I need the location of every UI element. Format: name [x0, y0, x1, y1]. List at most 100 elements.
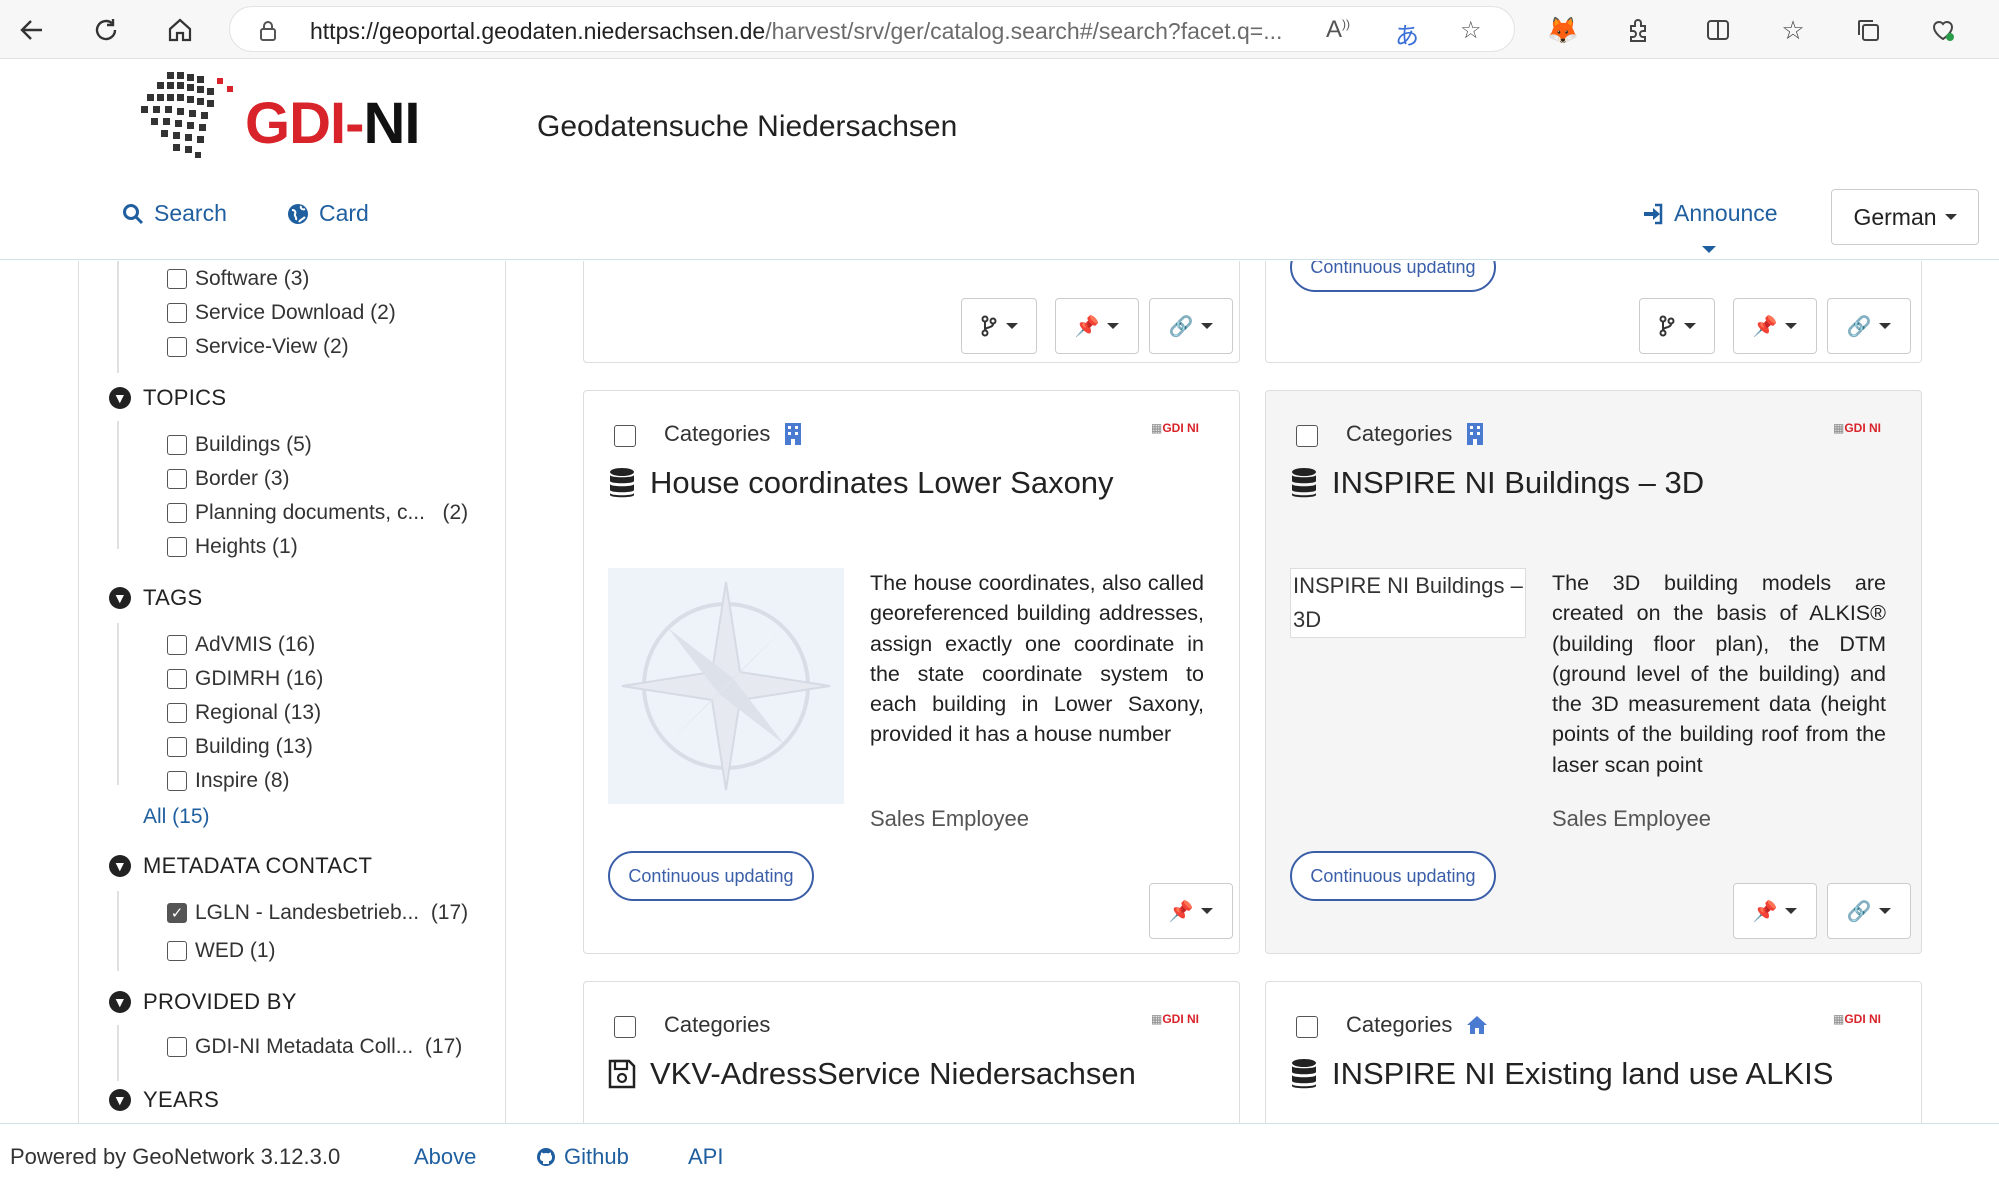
gdi-ni-small-logo: ▦GDI NI [1833, 421, 1882, 435]
facet-item[interactable]: GDI-NI Metadata Coll... (17) [167, 1035, 462, 1059]
facet-divider [117, 891, 119, 971]
checkbox[interactable] [167, 537, 187, 557]
chevron-down-icon [1944, 214, 1957, 220]
facet-item[interactable]: ✓ LGLN - Landesbetrieb... (17) [167, 901, 468, 925]
facet-item[interactable]: Building (13) [167, 735, 313, 759]
status-badge[interactable]: Continuous updating [608, 851, 814, 901]
language-dropdown[interactable]: German [1831, 189, 1979, 245]
facet-item[interactable]: GDIMRH (16) [167, 667, 323, 691]
checkbox[interactable] [167, 669, 187, 689]
record-title[interactable]: VKV-AdressService Niedersachsen [608, 1056, 1136, 1092]
facet-heading-years[interactable]: ▼ YEARS [109, 1087, 219, 1113]
record-title-text: VKV-AdressService Niedersachsen [650, 1056, 1136, 1091]
sign-in-icon [1644, 203, 1663, 224]
facet-item[interactable]: WED (1) [167, 939, 276, 963]
record-thumbnail[interactable] [608, 568, 844, 804]
checkbox[interactable] [167, 941, 187, 961]
collections-icon[interactable] [1850, 12, 1886, 48]
select-checkbox[interactable] [1296, 425, 1318, 447]
tags-all-link[interactable]: All (15) [143, 805, 210, 829]
record-title[interactable]: INSPIRE NI Buildings – 3D [1290, 465, 1704, 501]
facet-item[interactable]: Heights (1) [167, 535, 298, 559]
facet-label: Service-View [195, 335, 318, 358]
split-screen-icon[interactable] [1700, 12, 1736, 48]
pin-dropdown-button[interactable]: 📌 [1149, 883, 1233, 939]
read-aloud-icon[interactable]: A)) [1326, 16, 1350, 44]
checkbox[interactable] [167, 269, 187, 289]
facet-heading-provided-by[interactable]: ▼ PROVIDED BY [109, 989, 297, 1015]
nav-card-link[interactable]: Card [287, 200, 369, 227]
branch-dropdown-button[interactable] [1639, 298, 1715, 354]
footer-github-label: Github [564, 1144, 629, 1169]
checkbox[interactable] [167, 635, 187, 655]
link-dropdown-button[interactable]: 🔗 [1827, 298, 1911, 354]
pin-dropdown-button[interactable]: 📌 [1733, 883, 1817, 939]
result-card[interactable]: Categories ▦GDI NI VKV-AdressService Nie… [583, 981, 1240, 1123]
result-card[interactable]: Categories ▦GDI NI INSPIRE NI Buildings … [1265, 390, 1922, 954]
checkbox[interactable] [167, 435, 187, 455]
select-checkbox[interactable] [614, 1016, 636, 1038]
facet-item[interactable]: Software (3) [167, 267, 309, 291]
checkbox[interactable] [167, 703, 187, 723]
thumbtack-icon: 📌 [1752, 315, 1778, 338]
nav-search-link[interactable]: Search [122, 200, 227, 227]
pin-dropdown-button[interactable]: 📌 [1055, 298, 1139, 354]
nav-card-label: Card [319, 200, 369, 226]
extensions-icon[interactable] [1620, 12, 1656, 48]
announce-link[interactable]: Announce [1642, 200, 1778, 227]
checkbox[interactable] [167, 469, 187, 489]
facet-heading-label: TAGS [143, 585, 203, 610]
checkbox[interactable] [167, 503, 187, 523]
reload-icon[interactable] [86, 10, 126, 50]
home-icon[interactable] [160, 10, 200, 50]
link-dropdown-button[interactable]: 🔗 [1149, 298, 1233, 354]
facet-item[interactable]: Buildings (5) [167, 433, 312, 457]
facet-heading-metadata-contact[interactable]: ▼ METADATA CONTACT [109, 853, 372, 879]
branch-dropdown-button[interactable] [961, 298, 1037, 354]
checkbox[interactable] [167, 737, 187, 757]
pin-dropdown-button[interactable]: 📌 [1733, 298, 1817, 354]
footer-api-link[interactable]: API [688, 1144, 723, 1170]
facet-item[interactable]: Service Download (2) [167, 301, 396, 325]
status-badge[interactable]: Continuous updating [1290, 261, 1496, 292]
metamask-fox-icon[interactable]: 🦊 [1545, 12, 1581, 48]
footer-github-link[interactable]: Github [536, 1144, 629, 1170]
record-title[interactable]: House coordinates Lower Saxony [608, 465, 1114, 501]
select-checkbox[interactable] [614, 425, 636, 447]
facet-item[interactable]: Inspire (8) [167, 769, 290, 793]
result-card[interactable]: Categories ▦GDI NI House coordinates Low… [583, 390, 1240, 954]
facet-divider [117, 261, 119, 373]
facet-item[interactable]: Regional (13) [167, 701, 321, 725]
facet-item[interactable]: Planning documents, c... (2) [167, 501, 468, 525]
facet-item[interactable]: AdVMIS (16) [167, 633, 315, 657]
broken-thumbnail-alt-text[interactable]: INSPIRE NI Buildings – 3D [1290, 568, 1526, 638]
link-dropdown-button[interactable]: 🔗 [1827, 883, 1911, 939]
chevron-down-circle-icon: ▼ [109, 991, 131, 1013]
record-owner: Sales Employee [1552, 806, 1711, 831]
checkbox-checked[interactable]: ✓ [167, 903, 187, 923]
checkbox[interactable] [167, 337, 187, 357]
status-badge[interactable]: Continuous updating [1290, 851, 1496, 901]
checkbox[interactable] [167, 1037, 187, 1057]
facet-heading-topics[interactable]: ▼ TOPICS [109, 385, 226, 411]
facet-item[interactable]: Service-View (2) [167, 335, 349, 359]
categories-label: Categories [664, 1012, 771, 1037]
chevron-down-circle-icon: ▼ [109, 387, 131, 409]
facet-heading-tags[interactable]: ▼ TAGS [109, 585, 202, 611]
facet-heading-label: METADATA CONTACT [143, 853, 373, 878]
address-bar[interactable]: https://geoportal.geodaten.niedersachsen… [229, 6, 1515, 52]
browser-essentials-icon[interactable] [1925, 12, 1961, 48]
select-checkbox[interactable] [1296, 1016, 1318, 1038]
footer-above-link[interactable]: Above [414, 1144, 476, 1170]
facet-label: GDIMRH [195, 667, 281, 690]
favorites-icon[interactable]: ☆ [1775, 12, 1811, 48]
back-icon[interactable] [12, 10, 52, 50]
checkbox[interactable] [167, 303, 187, 323]
facet-item[interactable]: Border (3) [167, 467, 290, 491]
checkbox[interactable] [167, 771, 187, 791]
site-title: Geodatensuche Niedersachsen [537, 110, 958, 143]
favorite-star-icon[interactable]: ☆ [1460, 16, 1482, 45]
translate-icon[interactable]: あ [1395, 16, 1419, 51]
record-title[interactable]: INSPIRE NI Existing land use ALKIS [1290, 1056, 1833, 1092]
result-card[interactable]: Categories ▦GDI NI INSPIRE NI Existing l… [1265, 981, 1922, 1123]
